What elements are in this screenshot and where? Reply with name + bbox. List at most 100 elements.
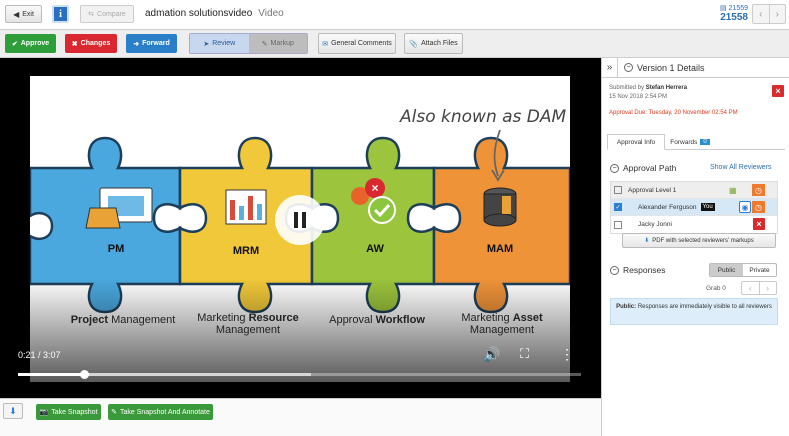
mrm-label: MRM <box>233 245 259 257</box>
level-clock-icon[interactable]: ◷ <box>752 184 765 196</box>
download-icon: ⬇ <box>644 238 650 244</box>
submitted-at: 15 Nov 2018 2:54 PM <box>609 94 668 100</box>
version-nav: ‹ › <box>752 4 786 24</box>
take-snapshot-button[interactable]: 📷 Take Snapshot <box>36 404 101 420</box>
more-options-icon[interactable]: ⋮ <box>560 346 574 363</box>
caption-pm: Project Management <box>70 314 176 326</box>
public-option[interactable]: Public <box>710 264 743 276</box>
close-icon: ✖ <box>71 40 78 48</box>
sidebar-header: » − Version 1 Details <box>602 57 789 78</box>
annotate-icon: ✎ <box>111 409 117 416</box>
download-button[interactable]: ⬇ <box>3 403 23 419</box>
public-notice: Public: Responses are immediately visibl… <box>610 298 778 325</box>
check-icon: ✔ <box>11 40 18 48</box>
reviewer-checkbox[interactable] <box>614 220 622 229</box>
video-player[interactable]: × Also known as DAM PM MRM AW MAM Projec… <box>0 58 601 398</box>
collapse-approval-path-icon[interactable]: − <box>610 163 619 173</box>
changes-button[interactable]: ✖ Changes <box>65 34 117 53</box>
visibility-toggle: Public Private <box>709 263 777 277</box>
current-version: 21558 <box>720 12 748 23</box>
compare-icon: ⇆ <box>88 11 95 18</box>
action-toolbar: ✔ Approve ✖ Changes ➜ Forward ➤ Review ✎ M… <box>0 30 789 58</box>
attach-files-button[interactable]: 📎 Attach Files <box>404 33 463 54</box>
forward-button[interactable]: ➜ Forward <box>126 34 177 53</box>
exit-label: Exit <box>22 10 34 18</box>
reviewer-checkbox[interactable]: ✓ <box>614 203 622 211</box>
compare-button[interactable]: ⇆ Compare <box>80 5 134 23</box>
camera-icon: 📷 <box>39 409 49 416</box>
tab-forwards[interactable]: Forwards 0 <box>665 134 715 150</box>
approval-path-heading: − Approval Path <box>610 163 676 173</box>
pdf-markups-button[interactable]: ⬇ PDF with selected reviewers' markups <box>622 233 776 248</box>
private-option[interactable]: Private <box>743 264 776 276</box>
show-all-reviewers-link[interactable]: Show All Reviewers <box>710 164 771 171</box>
markup-tab[interactable]: ✎ Markup <box>248 34 307 53</box>
tab-approval-info[interactable]: Approval Info <box>607 134 665 150</box>
approval-due: Approval Due: Tuesday, 20 November 02:54… <box>609 110 738 116</box>
sidebar-tabs: Approval Info Forwards 0 <box>607 134 785 150</box>
fullscreen-icon[interactable]: ⛶ <box>520 346 529 362</box>
svg-text:×: × <box>371 181 378 195</box>
info-icon[interactable]: i <box>52 5 69 23</box>
grab-prev-icon[interactable]: ‹ <box>742 282 759 294</box>
review-markup-toggle: ➤ Review ✎ Markup <box>189 33 308 54</box>
view-icon[interactable]: ◉ <box>739 201 751 213</box>
version-switcher: ▤ 21559 21558 <box>718 4 748 23</box>
volume-icon[interactable]: 🔊 <box>483 346 500 363</box>
video-gradient <box>0 278 601 398</box>
pause-icon <box>294 212 298 228</box>
take-snapshot-annotate-button[interactable]: ✎ Take Snapshot And Annotate <box>108 404 213 420</box>
page-title: admation solutionsvideo Video <box>145 8 284 19</box>
delete-version-button[interactable]: × <box>772 85 784 97</box>
mrm-chart-icon <box>225 189 267 225</box>
arrow-right-icon: ➜ <box>133 40 140 48</box>
played-bar <box>18 373 84 376</box>
video-progress-bar[interactable] <box>18 370 581 379</box>
grab-count: Grab 0 <box>706 285 726 292</box>
approval-level-row: – Approval Level 1 ▦ ◷ <box>611 182 777 199</box>
caption-aw: Approval Workflow <box>329 314 425 326</box>
prev-arrow-icon[interactable]: ‹ <box>753 5 769 23</box>
version-title: Version 1 Details <box>637 62 705 73</box>
next-arrow-icon[interactable]: › <box>768 5 786 23</box>
pause-button[interactable] <box>275 195 325 245</box>
back-arrow-icon: ◀ <box>13 9 20 19</box>
reviewer-row[interactable]: ✓ Alexander Ferguson You ◉ ◷ <box>611 199 777 216</box>
submission-info: Submitted by Stefan Herrera 15 Nov 2018 … <box>609 85 688 100</box>
handwritten-note: Also known as DAM <box>399 107 567 127</box>
folder-icon: ▤ <box>719 5 727 12</box>
review-tab[interactable]: ➤ Review <box>190 34 249 53</box>
collapse-sidebar-icon[interactable]: » <box>602 57 618 78</box>
level-grid-icon: ▦ <box>729 185 737 195</box>
snapshot-bar: ⬇ 📷 Take Snapshot ✎ Take Snapshot And An… <box>0 398 601 436</box>
pointer-icon: ➤ <box>203 40 210 48</box>
compare-label: Compare <box>97 10 126 18</box>
responses-heading: − Responses <box>610 265 666 275</box>
caption-mrm: Marketing Resource Management <box>197 312 299 336</box>
pm-label: PM <box>108 243 125 255</box>
video-time: 0:21 / 3:07 <box>18 350 61 360</box>
reviewer-name: Jacky Jonni <box>638 221 672 228</box>
paperclip-icon: 📎 <box>409 40 419 48</box>
reviewer-clock-icon[interactable]: ◷ <box>752 201 765 213</box>
general-comments-button[interactable]: ✉ General Comments <box>318 33 396 54</box>
level-checkbox[interactable]: – <box>614 186 622 194</box>
pencil-icon: ✎ <box>261 40 268 48</box>
collapse-responses-icon[interactable]: − <box>610 265 619 275</box>
top-bar: ◀ Exit i ⇆ Compare admation solutionsvid… <box>0 0 789 30</box>
mam-server-icon <box>483 187 517 227</box>
you-badge: You <box>700 203 715 211</box>
reviewer-name: Alexander Ferguson <box>638 203 697 211</box>
previous-version-link[interactable]: ▤ 21559 <box>718 4 748 12</box>
approve-button[interactable]: ✔ Approve <box>5 34 56 53</box>
reviewer-row[interactable]: Jacky Jonni × <box>611 216 777 233</box>
aw-label: AW <box>366 243 384 255</box>
exit-button[interactable]: ◀ Exit <box>5 5 42 23</box>
collapse-section-icon[interactable]: − <box>624 63 633 72</box>
reviewer-rejected-icon: × <box>753 218 765 230</box>
scrub-handle[interactable] <box>79 370 89 379</box>
asset-type: Video <box>258 8 284 19</box>
submitter-name: Stefan Herrera <box>645 85 688 91</box>
details-sidebar: » − Version 1 Details Submitted by Stefan… <box>601 57 789 436</box>
grab-next-icon[interactable]: › <box>758 282 777 294</box>
